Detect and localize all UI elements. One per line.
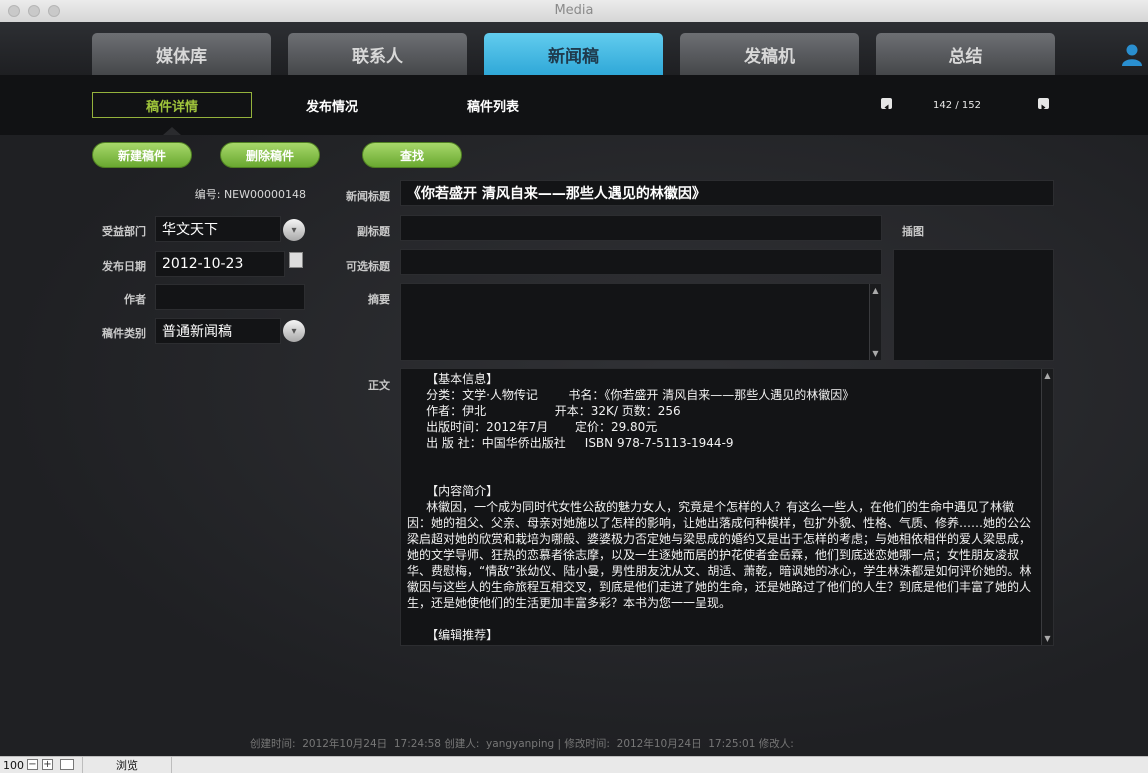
news-title-label: 新闻标题 — [346, 190, 390, 203]
release-type-label: 稿件类别 — [102, 327, 146, 340]
release-type-select[interactable]: 普通新闻稿 — [155, 318, 281, 344]
zoom-in-icon[interactable]: + — [42, 759, 53, 770]
active-subtab-indicator — [163, 127, 181, 135]
chevron-down-icon: ▾ — [291, 224, 297, 236]
illustration-label: 插图 — [902, 225, 924, 238]
author-label: 作者 — [124, 293, 146, 306]
tab-contacts[interactable]: 联系人 — [288, 33, 467, 75]
triangle-right-icon — [1041, 104, 1046, 111]
subtab-release-details[interactable]: 稿件详情 — [92, 92, 252, 118]
scroll-down-icon[interactable]: ▼ — [871, 349, 880, 358]
subtitle-field[interactable] — [400, 215, 882, 241]
body-label: 正文 — [368, 379, 390, 392]
zoom-level: 100 — [3, 758, 24, 772]
new-release-button[interactable]: 新建稿件 — [92, 142, 192, 168]
alt-title-field[interactable] — [400, 249, 882, 275]
tab-summary[interactable]: 总结 — [876, 33, 1055, 75]
abstract-scrollbar[interactable]: ▲ ▼ — [869, 284, 881, 360]
layout-toggle-icon[interactable] — [60, 759, 74, 770]
delete-release-button[interactable]: 删除稿件 — [220, 142, 320, 168]
body-text-field[interactable]: 【基本信息】 分类：文学·人物传记 书名：《你若盛开 清风自来——那些人遇见的林… — [400, 368, 1054, 646]
author-field[interactable] — [155, 284, 305, 310]
scroll-down-icon[interactable]: ▼ — [1043, 634, 1052, 643]
subtab-release-list[interactable]: 稿件列表 — [443, 92, 543, 118]
record-metadata-footer: 创建时间: 2012年10月24日 17:24:58 创建人: yangyanp… — [250, 738, 794, 750]
body-text: 【基本信息】 分类：文学·人物传记 书名：《你若盛开 清风自来——那些人遇见的林… — [407, 372, 1032, 642]
scroll-up-icon[interactable]: ▲ — [1043, 371, 1052, 380]
scroll-up-icon[interactable]: ▲ — [871, 286, 880, 295]
publish-date-field[interactable]: 2012-10-23 — [155, 251, 285, 277]
search-button[interactable]: 查找 — [362, 142, 462, 168]
mode-indicator[interactable]: 浏览 — [82, 757, 172, 773]
triangle-left-icon — [884, 104, 889, 111]
tab-press-releases[interactable]: 新闻稿 — [484, 33, 663, 75]
chevron-down-icon: ▾ — [291, 325, 297, 337]
department-value: 华文天下 — [162, 222, 218, 238]
release-type-dropdown-button[interactable]: ▾ — [283, 320, 305, 342]
abstract-field[interactable]: ▲ ▼ — [400, 283, 882, 361]
status-bar: 100 − + 浏览 — [0, 756, 1148, 773]
news-title-field[interactable]: 《你若盛开 清风自来——那些人遇见的林徽因》 — [400, 180, 1054, 206]
body-scrollbar[interactable]: ▲ ▼ — [1041, 369, 1053, 645]
zoom-out-icon[interactable]: − — [27, 759, 38, 770]
abstract-label: 摘要 — [368, 293, 390, 306]
department-label: 受益部门 — [102, 225, 146, 238]
subtab-publish-status[interactable]: 发布情况 — [282, 92, 382, 118]
window-titlebar: Media — [0, 0, 1148, 23]
user-icon[interactable] — [1120, 42, 1144, 66]
alt-title-label: 可选标题 — [346, 260, 390, 273]
tab-distribution[interactable]: 发稿机 — [680, 33, 859, 75]
release-type-value: 普通新闻稿 — [162, 324, 232, 340]
record-counter: 142 / 152 — [933, 100, 981, 111]
subtitle-label: 副标题 — [357, 225, 390, 238]
release-id: 编号: NEW00000148 — [194, 188, 306, 201]
calendar-icon[interactable] — [289, 252, 303, 268]
department-select[interactable]: 华文天下 — [155, 216, 281, 242]
tab-media-library[interactable]: 媒体库 — [92, 33, 271, 75]
window-title: Media — [554, 3, 594, 18]
previous-record-button[interactable] — [881, 98, 892, 111]
publish-date-value: 2012-10-23 — [162, 256, 244, 272]
main-tab-bar: 媒体库 联系人 新闻稿 发稿机 总结 — [0, 22, 1148, 75]
department-dropdown-button[interactable]: ▾ — [283, 219, 305, 241]
illustration-box[interactable] — [893, 249, 1054, 361]
news-title-value: 《你若盛开 清风自来——那些人遇见的林徽因》 — [407, 186, 706, 202]
publish-date-label: 发布日期 — [102, 260, 146, 273]
next-record-button[interactable] — [1038, 98, 1049, 111]
